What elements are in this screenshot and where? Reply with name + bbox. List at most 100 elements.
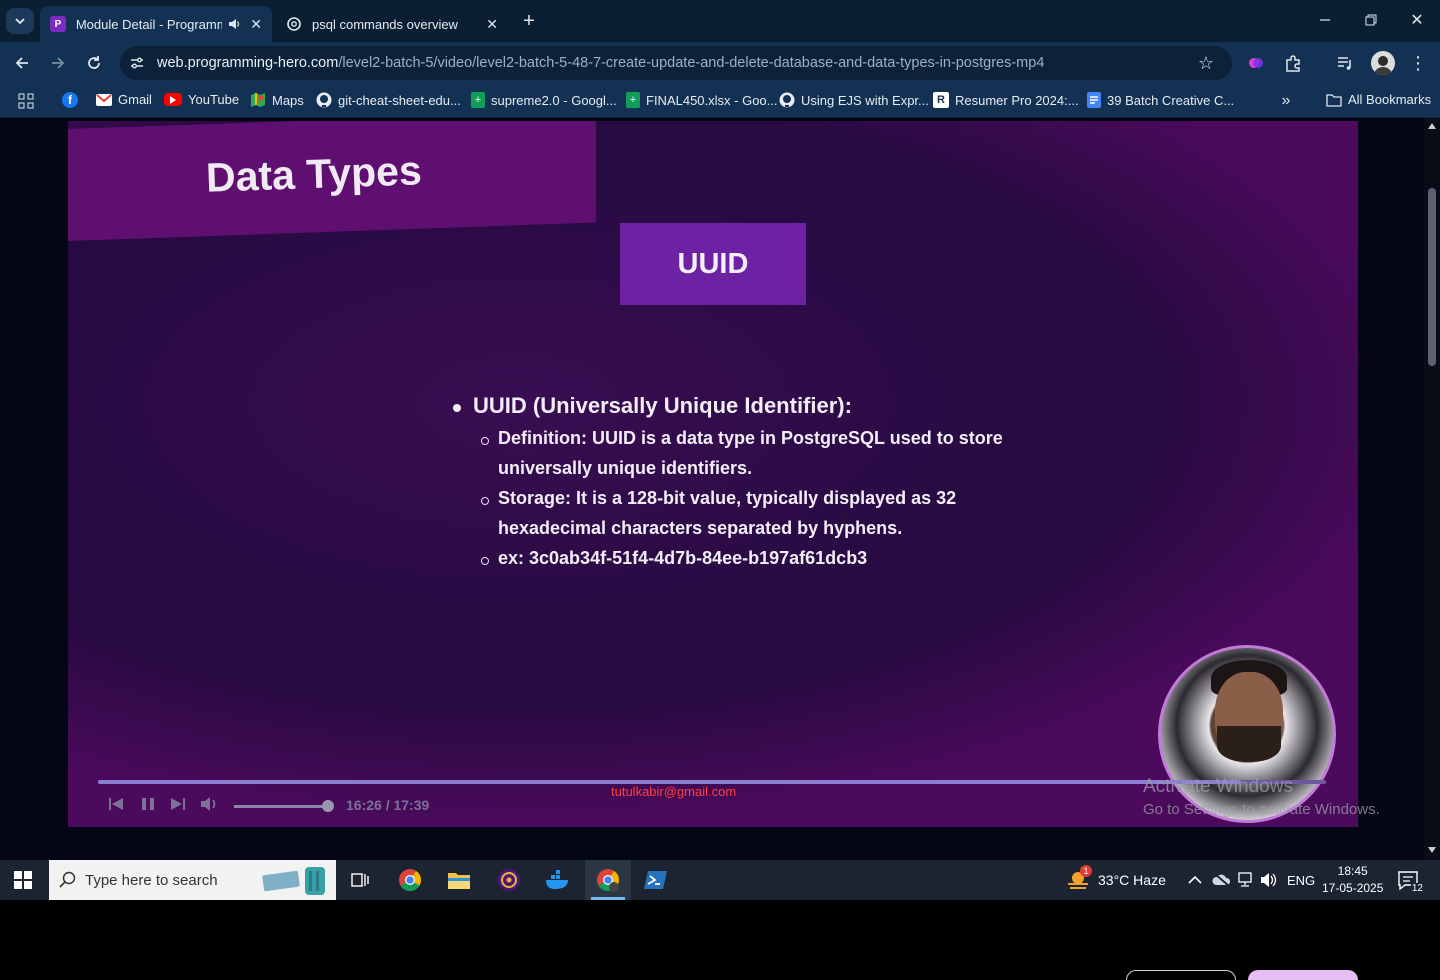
activate-windows-title: Activate Windows	[1143, 776, 1293, 797]
apps-grid-icon[interactable]	[16, 92, 36, 110]
minimize-window-icon[interactable]	[1310, 8, 1340, 32]
colorful-extension-icon[interactable]	[1246, 53, 1266, 73]
youtube-icon	[164, 93, 182, 106]
scroll-down-arrow-icon[interactable]	[1427, 846, 1437, 854]
task-view-icon[interactable]	[337, 860, 383, 900]
volume-icon[interactable]	[200, 796, 220, 817]
profile-avatar[interactable]	[1371, 51, 1395, 75]
slide-banner-title: Data Types	[205, 147, 423, 201]
pause-icon[interactable]	[140, 796, 156, 817]
bookmark-label: Maps	[272, 92, 304, 108]
folder-icon	[1326, 93, 1342, 107]
all-bookmarks-folder[interactable]: All Bookmarks	[1326, 92, 1431, 107]
programming-hero-favicon-icon: P	[50, 16, 66, 32]
slide-point-definition-line2: universally unique identifiers.	[498, 458, 753, 478]
scrollbar-thumb[interactable]	[1428, 188, 1436, 366]
url-text: web.programming-hero.com/level2-batch-5/…	[157, 55, 1044, 71]
powershell-icon[interactable]	[633, 860, 679, 900]
bookmark-label: supreme2.0 - Googl...	[491, 92, 617, 108]
volume-slider-track[interactable]	[234, 805, 328, 808]
chrome-profile-taskbar-icon[interactable]	[585, 860, 631, 900]
bookmark-facebook[interactable]: f	[62, 92, 78, 108]
previous-track-icon[interactable]	[108, 796, 124, 817]
onedrive-offline-icon[interactable]	[1212, 860, 1232, 900]
media-controls-icon[interactable]	[1334, 53, 1356, 73]
google-sheets-icon: +	[471, 92, 485, 108]
reload-icon[interactable]	[82, 52, 106, 74]
audio-playing-icon[interactable]	[226, 17, 242, 31]
page-scrollbar[interactable]	[1424, 118, 1440, 860]
windows-taskbar: Type here to search 1 33°C Haze ENG 18:4…	[0, 860, 1440, 900]
scroll-up-arrow-icon[interactable]	[1427, 122, 1437, 130]
bookmark-using-ejs[interactable]: Using EJS with Expr...	[779, 92, 929, 108]
sub-bullet-circle	[481, 437, 489, 445]
slide-point-storage-line1: Storage: It is a 128-bit value, typicall…	[498, 488, 957, 508]
windows-start-icon[interactable]	[0, 860, 46, 900]
bookmark-maps[interactable]: Maps	[250, 92, 304, 108]
weather-badge: 1	[1080, 865, 1092, 877]
slide-point-definition-line1: Definition: UUID is a data type in Postg…	[498, 428, 1003, 448]
page-button-partial-right[interactable]	[1248, 970, 1358, 980]
bookmark-gmail[interactable]: Gmail	[96, 92, 152, 107]
video-player[interactable]: Data Types UUID UUID (Universally Unique…	[68, 121, 1358, 827]
bookmark-final450[interactable]: + FINAL450.xlsx - Goo...	[626, 92, 778, 108]
close-tab-icon[interactable]: ✕	[486, 16, 498, 33]
search-placeholder: Type here to search	[85, 871, 218, 889]
facebook-icon: f	[62, 92, 78, 108]
sub-bullet-circle	[481, 557, 489, 565]
language-indicator[interactable]: ENG	[1287, 860, 1315, 900]
forward-arrow-icon[interactable]	[46, 52, 70, 74]
bookmark-label: Resumer Pro 2024:...	[955, 92, 1079, 108]
tab-psql-commands[interactable]: psql commands overview ✕	[276, 6, 508, 42]
next-track-icon[interactable]	[170, 796, 186, 817]
watermark-email: tutulkabir@gmail.com	[611, 784, 737, 799]
close-tab-icon[interactable]: ✕	[250, 16, 262, 33]
url-path: /level2-batch-5/video/level2-batch-5-48-…	[338, 55, 1045, 71]
taskbar-search-box[interactable]: Type here to search	[49, 860, 336, 900]
restore-window-icon[interactable]	[1356, 8, 1386, 32]
clock-time: 18:45	[1337, 864, 1368, 878]
notification-chat-icon: 12	[1396, 869, 1424, 894]
sub-bullet-circle	[481, 497, 489, 505]
notification-center[interactable]: 12	[1396, 860, 1424, 900]
chrome-taskbar-icon[interactable]	[387, 860, 433, 900]
network-icon[interactable]	[1236, 860, 1254, 900]
file-explorer-icon[interactable]	[436, 860, 482, 900]
new-tab-plus-icon[interactable]: +	[518, 10, 540, 32]
bookmark-label: Using EJS with Expr...	[801, 92, 929, 108]
browser-menu-kebab-icon[interactable]: ⋮	[1408, 53, 1428, 73]
docker-whale-icon[interactable]	[535, 860, 581, 900]
volume-slider-knob[interactable]	[322, 800, 334, 812]
slide-uuid-box: UUID	[620, 223, 806, 305]
speaker-volume-icon[interactable]	[1260, 860, 1278, 900]
extensions-puzzle-icon[interactable]	[1282, 53, 1304, 73]
bookmark-label: FINAL450.xlsx - Goo...	[646, 92, 778, 108]
clock[interactable]: 18:45 17-05-2025	[1322, 860, 1383, 900]
bookmarks-bar: f Gmail YouTube Maps git-cheat-sheet-edu…	[0, 84, 1440, 118]
slide-point-example: ex: 3c0ab34f-51f4-4d7b-84ee-b197af61dcb3	[498, 548, 868, 568]
bookmark-39-batch[interactable]: 39 Batch Creative C...	[1087, 92, 1234, 108]
search-icon	[59, 871, 77, 889]
bookmark-youtube[interactable]: YouTube	[164, 92, 239, 107]
page-content: Data Types UUID UUID (Universally Unique…	[0, 118, 1440, 980]
address-bar[interactable]: web.programming-hero.com/level2-batch-5/…	[120, 46, 1232, 80]
more-bookmarks-chevron-icon[interactable]: »	[1276, 92, 1296, 110]
site-settings-icon[interactable]	[128, 54, 146, 72]
close-window-icon[interactable]: ✕	[1402, 8, 1432, 32]
weather-widget[interactable]: 1 33°C Haze	[1066, 860, 1166, 900]
tab-search-chevron-icon[interactable]	[6, 8, 34, 34]
mouse-cursor-icon	[842, 511, 846, 525]
bookmark-supreme[interactable]: + supreme2.0 - Googl...	[471, 92, 617, 108]
browser-toolbar: web.programming-hero.com/level2-batch-5/…	[0, 42, 1440, 84]
bookmark-label: YouTube	[188, 92, 240, 107]
back-arrow-icon[interactable]	[10, 52, 34, 74]
app-purple-orb-icon[interactable]	[486, 860, 532, 900]
bookmark-git-cheat-sheet[interactable]: git-cheat-sheet-edu...	[316, 92, 461, 108]
bookmark-star-icon[interactable]: ☆	[1196, 53, 1216, 73]
show-hidden-icons-chevron-icon[interactable]	[1188, 860, 1202, 900]
tab-module-detail[interactable]: P Module Detail - Programmi ✕	[40, 6, 272, 42]
notification-count: 12	[1410, 883, 1424, 894]
github-icon	[779, 92, 795, 108]
page-button-partial-left[interactable]	[1126, 970, 1236, 980]
bookmark-resumer-pro[interactable]: R Resumer Pro 2024:...	[933, 92, 1079, 108]
